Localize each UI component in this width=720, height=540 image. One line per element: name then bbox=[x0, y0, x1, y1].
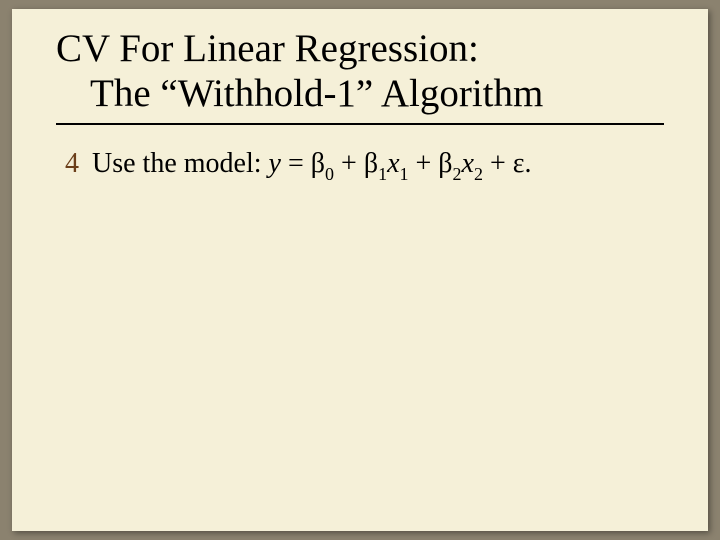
eq-subx1: 1 bbox=[400, 164, 409, 184]
slide-title: CV For Linear Regression: The “Withhold-… bbox=[56, 27, 664, 125]
eq-sub0: 0 bbox=[325, 164, 334, 184]
eq-plus3: + bbox=[483, 148, 513, 179]
title-line-2: The “Withhold-1” Algorithm bbox=[90, 72, 664, 117]
eq-subx2: 2 bbox=[474, 164, 483, 184]
eq-beta2: β bbox=[438, 148, 452, 179]
eq-plus2: + bbox=[409, 148, 439, 179]
slide-body: 4 Use the model: y = β0 + β1x1 + β2x2 + … bbox=[56, 147, 664, 184]
eq-beta0: β bbox=[311, 148, 325, 179]
eq-period: . bbox=[525, 148, 532, 179]
eq-sub1: 1 bbox=[378, 164, 387, 184]
title-line-1: CV For Linear Regression: bbox=[56, 27, 664, 72]
eq-x2: x bbox=[462, 148, 474, 179]
bullet-item: 4 Use the model: y = β0 + β1x1 + β2x2 + … bbox=[62, 147, 664, 184]
eq-x1: x bbox=[387, 148, 399, 179]
bullet-text: Use the model: y = β0 + β1x1 + β2x2 + ε. bbox=[92, 147, 532, 184]
eq-beta1: β bbox=[364, 148, 378, 179]
eq-epsilon: ε bbox=[513, 148, 525, 179]
slide: CV For Linear Regression: The “Withhold-… bbox=[12, 9, 708, 531]
eq-equals: = bbox=[281, 148, 311, 179]
bullet-lead: Use the model: bbox=[92, 148, 269, 179]
bullet-icon: 4 bbox=[62, 147, 82, 181]
eq-plus1: + bbox=[334, 148, 364, 179]
eq-sub2: 2 bbox=[453, 164, 462, 184]
eq-y: y bbox=[269, 148, 281, 179]
